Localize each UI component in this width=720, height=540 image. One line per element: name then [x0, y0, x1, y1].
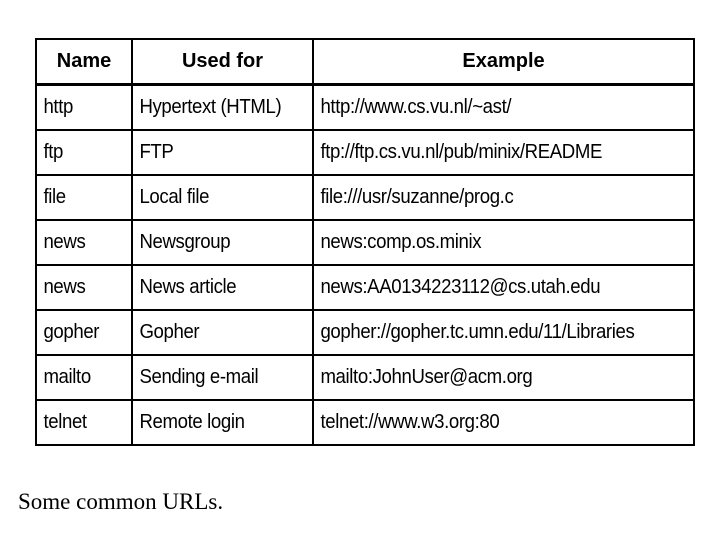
cell-name: mailto — [35, 354, 127, 401]
cell-used-for: News article — [131, 264, 302, 311]
table-row: http Hypertext (HTML) http://www.cs.vu.n… — [35, 83, 694, 131]
cell-name: http — [35, 83, 127, 131]
figure-slide: Name Used for Example http Hypertext (HT… — [0, 0, 720, 540]
cell-used-for: Remote login — [131, 399, 302, 446]
table-row: news Newsgroup news:comp.os.minix — [35, 219, 694, 266]
table-row: mailto Sending e-mail mailto:JohnUser@ac… — [35, 354, 694, 401]
cell-example: http://www.cs.vu.nl/~ast/ — [312, 83, 669, 131]
column-header-used-for: Used for — [131, 38, 314, 86]
cell-name: news — [35, 219, 127, 266]
table-row: news News article news:AA0134223112@cs.u… — [35, 264, 694, 311]
url-table-container: Name Used for Example http Hypertext (HT… — [35, 38, 695, 446]
table-header: Name Used for Example — [35, 38, 695, 86]
cell-name: gopher — [35, 309, 127, 356]
cell-used-for: Sending e-mail — [131, 354, 302, 401]
table-header-row: Name Used for Example — [35, 38, 695, 86]
cell-example: file:///usr/suzanne/prog.c — [312, 174, 669, 221]
cell-example: news:comp.os.minix — [312, 219, 669, 266]
common-urls-table: Name Used for Example http Hypertext (HT… — [35, 38, 695, 446]
cell-name: ftp — [35, 129, 127, 176]
cell-used-for: Local file — [131, 174, 302, 221]
table-row: file Local file file:///usr/suzanne/prog… — [35, 174, 694, 221]
table-row: ftp FTP ftp://ftp.cs.vu.nl/pub/minix/REA… — [35, 129, 694, 176]
cell-name: news — [35, 264, 127, 311]
table-row: telnet Remote login telnet://www.w3.org:… — [35, 399, 694, 446]
column-header-example: Example — [312, 38, 695, 86]
cell-used-for: Gopher — [131, 309, 302, 356]
table-row: gopher Gopher gopher://gopher.tc.umn.edu… — [35, 309, 694, 356]
table-body: http Hypertext (HTML) http://www.cs.vu.n… — [35, 83, 694, 446]
figure-caption: Some common URLs. — [18, 489, 224, 514]
cell-name: file — [35, 174, 127, 221]
cell-name: telnet — [35, 399, 127, 446]
cell-example: gopher://gopher.tc.umn.edu/11/Libraries — [312, 309, 669, 356]
cell-example: news:AA0134223112@cs.utah.edu — [312, 264, 669, 311]
column-header-name: Name — [35, 38, 133, 86]
cell-example: mailto:JohnUser@acm.org — [312, 354, 669, 401]
cell-used-for: Newsgroup — [131, 219, 302, 266]
cell-used-for: Hypertext (HTML) — [131, 83, 302, 131]
cell-example: telnet://www.w3.org:80 — [312, 399, 669, 446]
cell-example: ftp://ftp.cs.vu.nl/pub/minix/README — [312, 129, 669, 176]
cell-used-for: FTP — [131, 129, 302, 176]
